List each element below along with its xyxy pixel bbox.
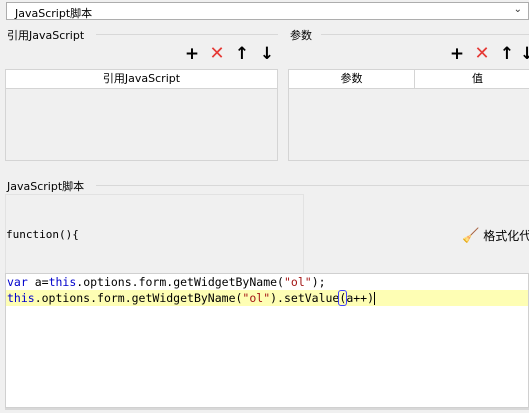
code-line-2-current: this.options.form.getWidgetByName("ol").…	[6, 290, 528, 306]
code-text: )	[367, 291, 375, 305]
script-type-select-value: JavaScript脚本	[15, 7, 93, 20]
broom-icon: 🧹	[462, 228, 480, 244]
function-signature-panel: function(){	[5, 194, 304, 274]
function-signature-label: function(){	[6, 228, 79, 241]
references-delete-button[interactable]: ✕	[207, 44, 227, 64]
code-text: .options.form.getWidgetByName(	[34, 291, 243, 305]
params-grid[interactable]: 参数 值	[288, 69, 529, 161]
code-text: a=	[27, 275, 49, 289]
references-group-border	[96, 34, 278, 35]
code-string: "ol"	[242, 291, 271, 305]
params-grid-header: 参数 值	[289, 70, 529, 89]
params-move-up-button[interactable]: ↑	[497, 44, 517, 64]
params-delete-button[interactable]: ✕	[472, 44, 492, 64]
params-move-down-button[interactable]: ↓	[520, 44, 529, 64]
code-text: );	[311, 275, 326, 289]
references-move-down-button[interactable]: ↓	[257, 44, 277, 64]
code-keyword: this	[48, 275, 77, 289]
references-grid[interactable]: 引用JavaScript	[5, 69, 278, 161]
params-add-button[interactable]: +	[447, 44, 467, 64]
code-editor[interactable]: var a=this.options.form.getWidgetByName(…	[5, 273, 529, 408]
params-group-border	[321, 34, 529, 35]
text-caret	[374, 292, 376, 305]
references-grid-header: 引用JavaScript	[6, 70, 277, 89]
code-text: .options.form.getWidgetByName(	[76, 275, 284, 289]
editor-bottom-border	[5, 408, 529, 410]
code-keyword: var	[7, 275, 28, 289]
script-section-title: JavaScript脚本	[7, 180, 85, 193]
references-section-title: 引用JavaScript	[7, 29, 85, 42]
format-code-label: 格式化代	[483, 229, 529, 243]
column-header-param[interactable]: 参数	[289, 70, 414, 88]
column-header-reference[interactable]: 引用JavaScript	[6, 70, 277, 88]
params-section-title: 参数	[290, 29, 312, 42]
script-type-select[interactable]: JavaScript脚本 ⌄	[6, 2, 529, 20]
references-move-up-button[interactable]: ↑	[232, 44, 252, 64]
format-code-button[interactable]: 🧹 格式化代	[462, 227, 529, 245]
references-add-button[interactable]: +	[182, 44, 202, 64]
script-group-border	[96, 185, 529, 186]
code-line-1: var a=this.options.form.getWidgetByName(…	[6, 274, 528, 290]
column-header-value[interactable]: 值	[415, 70, 529, 88]
code-text: a++	[346, 291, 368, 305]
code-text: ).setValue	[270, 291, 340, 305]
code-string: "ol"	[283, 275, 312, 289]
code-keyword: this	[7, 291, 35, 305]
chevron-down-icon[interactable]: ⌄	[514, 4, 522, 15]
